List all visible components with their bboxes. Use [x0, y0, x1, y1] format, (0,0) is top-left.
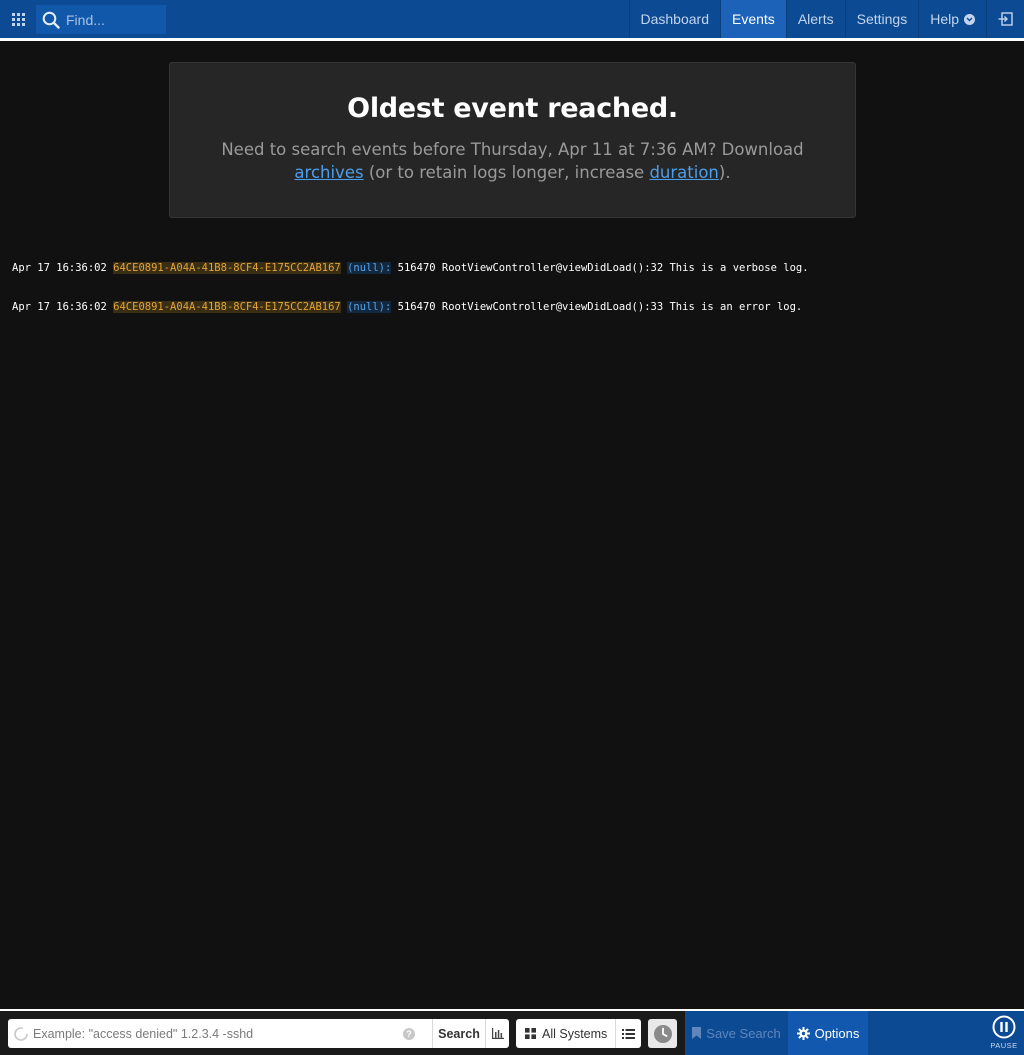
notice-text-before: Need to search events before Thursday, A…: [221, 140, 804, 159]
find-box: [36, 5, 166, 34]
nav-events[interactable]: Events: [720, 0, 786, 38]
list-icon: [622, 1028, 635, 1039]
notice-text-middle: (or to retain logs longer, increase: [363, 163, 650, 182]
log-timestamp: Apr 17 16:36:02: [12, 301, 107, 313]
nav-dashboard[interactable]: Dashboard: [628, 0, 721, 38]
all-systems-label: All Systems: [542, 1026, 608, 1041]
search-actions: Save Search Options PAUSE: [685, 1011, 1024, 1055]
notice-title: Oldest event reached.: [347, 93, 678, 124]
notice-text-after: ).: [718, 163, 731, 182]
search-button-label: Search: [438, 1026, 480, 1041]
pause-label: PAUSE: [990, 1041, 1018, 1050]
chevron-down-icon: [964, 13, 975, 25]
log-message: 516470 RootViewController@viewDidLoad():…: [397, 301, 803, 313]
topbar-divider: [0, 38, 1024, 41]
clock-icon: [653, 1024, 672, 1043]
nav-alerts[interactable]: Alerts: [785, 0, 845, 38]
notice-text: Need to search events before Thursday, A…: [188, 138, 838, 184]
find-input[interactable]: [66, 11, 162, 28]
loading-spinner-icon: [14, 1026, 28, 1041]
help-icon[interactable]: ?: [403, 1027, 415, 1040]
nav-label: Dashboard: [640, 11, 710, 27]
log-message: 516470 RootViewController@viewDidLoad():…: [397, 262, 809, 274]
nav-label: Alerts: [797, 11, 834, 27]
list-view-button[interactable]: [615, 1019, 641, 1048]
oldest-event-notice: Oldest event reached. Need to search eve…: [169, 62, 856, 218]
pause-icon: [992, 1015, 1016, 1039]
nav-help[interactable]: Help: [918, 0, 986, 38]
log-program[interactable]: (null):: [347, 301, 392, 313]
nav-settings[interactable]: Settings: [844, 0, 919, 38]
log-program[interactable]: (null):: [347, 262, 392, 274]
bar-chart-icon: [491, 1028, 504, 1039]
event-log: Apr 17 16:36:02 64CE0891-A04A-41B8-8CF4-…: [12, 236, 809, 327]
nav-label: Events: [732, 11, 775, 27]
bookmark-icon: [692, 1027, 702, 1039]
nav-label: Help: [930, 11, 959, 27]
graph-button[interactable]: [485, 1019, 509, 1048]
options-label: Options: [814, 1025, 860, 1041]
log-system[interactable]: 64CE0891-A04A-41B8-8CF4-E175CC2AB167: [113, 301, 341, 313]
logout-button[interactable]: [986, 0, 1024, 38]
grid-icon: [11, 12, 25, 26]
duration-link[interactable]: duration: [649, 163, 718, 182]
main-nav: Dashboard Events Alerts Settings Help: [628, 0, 1024, 38]
archives-link[interactable]: archives: [294, 163, 363, 182]
logout-icon: [998, 12, 1013, 26]
time-range-button[interactable]: [648, 1019, 677, 1048]
top-navigation-bar: Dashboard Events Alerts Settings Help: [0, 0, 1024, 38]
save-search-label: Save Search: [706, 1025, 781, 1041]
all-systems-button[interactable]: All Systems: [516, 1019, 615, 1048]
systems-grid-icon: [525, 1028, 536, 1039]
pause-button[interactable]: PAUSE: [986, 1015, 1022, 1053]
save-search-button[interactable]: Save Search: [685, 1011, 788, 1055]
log-system[interactable]: 64CE0891-A04A-41B8-8CF4-E175CC2AB167: [113, 262, 341, 274]
gear-icon: [796, 1026, 810, 1040]
log-timestamp: Apr 17 16:36:02: [12, 262, 107, 274]
log-line[interactable]: Apr 17 16:36:02 64CE0891-A04A-41B8-8CF4-…: [12, 301, 809, 314]
search-input[interactable]: [33, 1026, 399, 1041]
search-box: ? Search: [8, 1019, 509, 1048]
options-button[interactable]: Options: [788, 1011, 868, 1055]
bottom-search-bar: ? Search All Systems: [0, 1011, 1024, 1055]
nav-label: Settings: [856, 11, 908, 27]
search-icon: [42, 11, 60, 29]
search-button[interactable]: Search: [432, 1019, 485, 1048]
apps-menu-button[interactable]: [0, 0, 36, 38]
log-line[interactable]: Apr 17 16:36:02 64CE0891-A04A-41B8-8CF4-…: [12, 262, 809, 275]
